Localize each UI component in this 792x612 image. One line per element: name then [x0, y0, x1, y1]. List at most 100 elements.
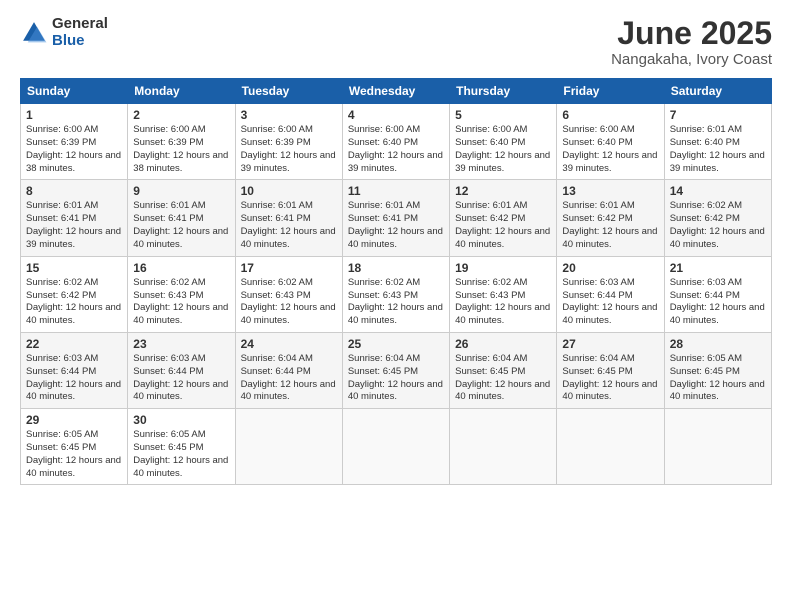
calendar-cell: 5 Sunrise: 6:00 AM Sunset: 6:40 PM Dayli… [450, 104, 557, 180]
calendar-cell: 28 Sunrise: 6:05 AM Sunset: 6:45 PM Dayl… [664, 332, 771, 408]
daylight-label: Daylight: 12 hours and 39 minutes. [670, 150, 765, 174]
day-number: 21 [670, 261, 766, 275]
calendar-cell: 6 Sunrise: 6:00 AM Sunset: 6:40 PM Dayli… [557, 104, 664, 180]
day-number: 19 [455, 261, 551, 275]
sunset-label: Sunset: 6:42 PM [26, 290, 96, 301]
day-number: 5 [455, 108, 551, 122]
daylight-label: Daylight: 12 hours and 40 minutes. [670, 302, 765, 326]
sunset-label: Sunset: 6:45 PM [133, 442, 203, 453]
calendar-cell [342, 409, 449, 485]
sunrise-label: Sunrise: 6:04 AM [348, 353, 420, 364]
daylight-label: Daylight: 12 hours and 40 minutes. [241, 379, 336, 403]
daylight-label: Daylight: 12 hours and 38 minutes. [26, 150, 121, 174]
sunset-label: Sunset: 6:44 PM [26, 366, 96, 377]
day-number: 16 [133, 261, 229, 275]
sunrise-label: Sunrise: 6:00 AM [562, 124, 634, 135]
calendar-cell: 26 Sunrise: 6:04 AM Sunset: 6:45 PM Dayl… [450, 332, 557, 408]
day-number: 12 [455, 184, 551, 198]
day-number: 20 [562, 261, 658, 275]
sunset-label: Sunset: 6:43 PM [348, 290, 418, 301]
day-content: Sunrise: 6:05 AM Sunset: 6:45 PM Dayligh… [26, 429, 122, 480]
calendar-cell: 23 Sunrise: 6:03 AM Sunset: 6:44 PM Dayl… [128, 332, 235, 408]
sunrise-label: Sunrise: 6:00 AM [455, 124, 527, 135]
day-content: Sunrise: 6:01 AM Sunset: 6:41 PM Dayligh… [26, 200, 122, 251]
header-row: Sunday Monday Tuesday Wednesday Thursday… [21, 79, 772, 104]
day-content: Sunrise: 6:02 AM Sunset: 6:42 PM Dayligh… [670, 200, 766, 251]
week-row-3: 15 Sunrise: 6:02 AM Sunset: 6:42 PM Dayl… [21, 256, 772, 332]
sunrise-label: Sunrise: 6:01 AM [133, 200, 205, 211]
day-content: Sunrise: 6:03 AM Sunset: 6:44 PM Dayligh… [133, 353, 229, 404]
sunset-label: Sunset: 6:45 PM [348, 366, 418, 377]
sunrise-label: Sunrise: 6:01 AM [241, 200, 313, 211]
sunset-label: Sunset: 6:43 PM [241, 290, 311, 301]
sunset-label: Sunset: 6:40 PM [455, 137, 525, 148]
sunset-label: Sunset: 6:41 PM [241, 213, 311, 224]
day-number: 2 [133, 108, 229, 122]
day-content: Sunrise: 6:04 AM Sunset: 6:45 PM Dayligh… [348, 353, 444, 404]
week-row-4: 22 Sunrise: 6:03 AM Sunset: 6:44 PM Dayl… [21, 332, 772, 408]
sunset-label: Sunset: 6:39 PM [241, 137, 311, 148]
logo-general: General [52, 16, 108, 33]
sunrise-label: Sunrise: 6:05 AM [133, 429, 205, 440]
sunset-label: Sunset: 6:45 PM [670, 366, 740, 377]
sunrise-label: Sunrise: 6:00 AM [133, 124, 205, 135]
sunrise-label: Sunrise: 6:01 AM [455, 200, 527, 211]
day-content: Sunrise: 6:01 AM Sunset: 6:41 PM Dayligh… [133, 200, 229, 251]
calendar-title: June 2025 [611, 16, 772, 51]
day-number: 3 [241, 108, 337, 122]
sunrise-label: Sunrise: 6:04 AM [562, 353, 634, 364]
header-friday: Friday [557, 79, 664, 104]
sunset-label: Sunset: 6:42 PM [455, 213, 525, 224]
calendar-cell: 30 Sunrise: 6:05 AM Sunset: 6:45 PM Dayl… [128, 409, 235, 485]
calendar-cell: 13 Sunrise: 6:01 AM Sunset: 6:42 PM Dayl… [557, 180, 664, 256]
day-number: 23 [133, 337, 229, 351]
day-content: Sunrise: 6:00 AM Sunset: 6:40 PM Dayligh… [348, 124, 444, 175]
sunset-label: Sunset: 6:45 PM [562, 366, 632, 377]
sunset-label: Sunset: 6:42 PM [562, 213, 632, 224]
calendar-cell: 15 Sunrise: 6:02 AM Sunset: 6:42 PM Dayl… [21, 256, 128, 332]
day-number: 25 [348, 337, 444, 351]
sunset-label: Sunset: 6:40 PM [348, 137, 418, 148]
day-number: 13 [562, 184, 658, 198]
sunrise-label: Sunrise: 6:02 AM [348, 277, 420, 288]
calendar-cell [557, 409, 664, 485]
sunset-label: Sunset: 6:41 PM [348, 213, 418, 224]
calendar-cell [450, 409, 557, 485]
daylight-label: Daylight: 12 hours and 40 minutes. [26, 455, 121, 479]
day-number: 7 [670, 108, 766, 122]
header-tuesday: Tuesday [235, 79, 342, 104]
sunset-label: Sunset: 6:42 PM [670, 213, 740, 224]
day-content: Sunrise: 6:02 AM Sunset: 6:43 PM Dayligh… [133, 277, 229, 328]
logo-text: General Blue [52, 16, 108, 49]
calendar-body: 1 Sunrise: 6:00 AM Sunset: 6:39 PM Dayli… [21, 104, 772, 485]
sunrise-label: Sunrise: 6:03 AM [670, 277, 742, 288]
sunset-label: Sunset: 6:40 PM [670, 137, 740, 148]
header-wednesday: Wednesday [342, 79, 449, 104]
sunset-label: Sunset: 6:44 PM [670, 290, 740, 301]
calendar-cell: 27 Sunrise: 6:04 AM Sunset: 6:45 PM Dayl… [557, 332, 664, 408]
calendar-cell: 10 Sunrise: 6:01 AM Sunset: 6:41 PM Dayl… [235, 180, 342, 256]
sunrise-label: Sunrise: 6:05 AM [670, 353, 742, 364]
daylight-label: Daylight: 12 hours and 40 minutes. [455, 379, 550, 403]
sunrise-label: Sunrise: 6:01 AM [26, 200, 98, 211]
sunrise-label: Sunrise: 6:02 AM [133, 277, 205, 288]
daylight-label: Daylight: 12 hours and 39 minutes. [562, 150, 657, 174]
sunrise-label: Sunrise: 6:03 AM [133, 353, 205, 364]
logo-icon [20, 19, 48, 47]
calendar-cell: 24 Sunrise: 6:04 AM Sunset: 6:44 PM Dayl… [235, 332, 342, 408]
sunrise-label: Sunrise: 6:02 AM [670, 200, 742, 211]
sunset-label: Sunset: 6:40 PM [562, 137, 632, 148]
daylight-label: Daylight: 12 hours and 40 minutes. [562, 302, 657, 326]
calendar-cell: 8 Sunrise: 6:01 AM Sunset: 6:41 PM Dayli… [21, 180, 128, 256]
calendar-cell: 7 Sunrise: 6:01 AM Sunset: 6:40 PM Dayli… [664, 104, 771, 180]
day-content: Sunrise: 6:01 AM Sunset: 6:41 PM Dayligh… [348, 200, 444, 251]
day-number: 1 [26, 108, 122, 122]
sunset-label: Sunset: 6:44 PM [133, 366, 203, 377]
day-number: 15 [26, 261, 122, 275]
calendar-cell: 20 Sunrise: 6:03 AM Sunset: 6:44 PM Dayl… [557, 256, 664, 332]
sunrise-label: Sunrise: 6:01 AM [348, 200, 420, 211]
daylight-label: Daylight: 12 hours and 38 minutes. [133, 150, 228, 174]
day-content: Sunrise: 6:00 AM Sunset: 6:39 PM Dayligh… [133, 124, 229, 175]
day-number: 28 [670, 337, 766, 351]
sunset-label: Sunset: 6:43 PM [455, 290, 525, 301]
